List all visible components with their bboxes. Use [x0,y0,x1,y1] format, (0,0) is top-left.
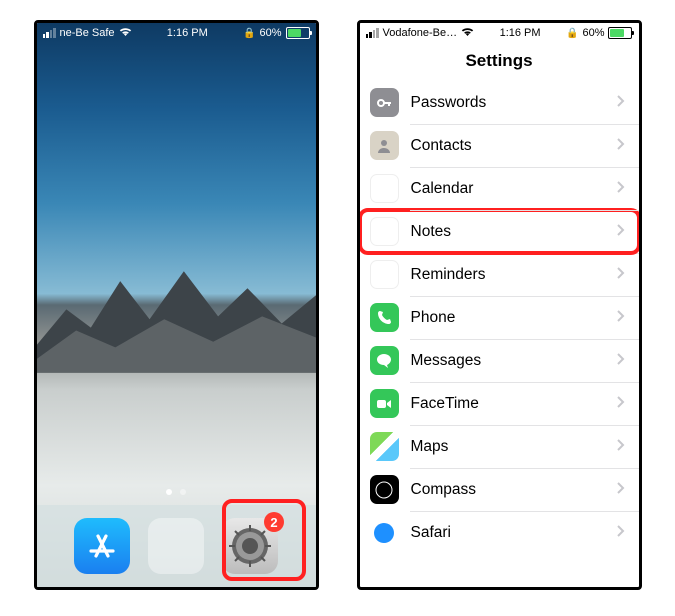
safari-icon [370,518,399,547]
settings-row-compass[interactable]: Compass [360,468,639,511]
status-bar: ne-Be Safe 1:16 PM 🔒 60% [37,23,316,43]
app-store-icon[interactable] [74,518,130,574]
chevron-right-icon [617,309,625,327]
settings-row-facetime[interactable]: FaceTime [360,382,639,425]
settings-row-passwords[interactable]: Passwords [360,81,639,124]
wallpaper-mountains [37,260,316,373]
wifi-icon [461,27,474,40]
status-bar: Vodafone-Be… 1:16 PM 🔒 60% [360,23,639,43]
messages-icon [370,346,399,375]
chevron-right-icon [617,223,625,241]
settings-row-label: Compass [411,481,617,499]
settings-row-label: Contacts [411,137,617,155]
chevron-right-icon [617,524,625,542]
settings-row-reminders[interactable]: Reminders [360,253,639,296]
settings-row-label: Maps [411,438,617,456]
settings-row-label: Notes [411,223,617,241]
settings-badge: 2 [264,512,284,532]
settings-app-icon[interactable]: 2 [222,518,278,574]
clock: 1:16 PM [500,27,541,39]
settings-row-calendar[interactable]: Calendar [360,167,639,210]
settings-row-notes[interactable]: Notes [360,210,639,253]
chevron-right-icon [617,266,625,284]
maps-icon [370,432,399,461]
calendar-icon [370,174,399,203]
settings-row-messages[interactable]: Messages [360,339,639,382]
carrier-label: ne-Be Safe [60,27,115,39]
battery-pct: 60% [259,27,281,39]
battery-icon [286,27,310,39]
chevron-right-icon [617,395,625,413]
battery-pct: 60% [582,27,604,39]
settings-row-safari[interactable]: Safari [360,511,639,554]
chevron-right-icon [617,481,625,499]
contacts-icon [370,131,399,160]
chevron-right-icon [617,352,625,370]
settings-list: Passwords Contacts Calendar Notes Reminders P… [360,81,639,554]
notes-icon [370,217,399,246]
orientation-lock-icon: 🔒 [243,28,255,39]
reminders-icon [370,260,399,289]
compass-icon [370,475,399,504]
settings-row-label: Passwords [411,94,617,112]
facetime-icon [370,389,399,418]
chevron-right-icon [617,180,625,198]
signal-icon [366,28,379,38]
settings-row-label: Calendar [411,180,617,198]
carrier-label: Vodafone-Be… [383,27,458,39]
page-dots[interactable] [37,489,316,495]
signal-icon [43,28,56,38]
passwords-icon [370,88,399,117]
settings-row-label: Safari [411,524,617,542]
settings-row-contacts[interactable]: Contacts [360,124,639,167]
page-title: Settings [360,43,639,81]
dock: 2 [37,505,316,587]
app-folder[interactable] [148,518,204,574]
settings-row-label: Phone [411,309,617,327]
chevron-right-icon [617,137,625,155]
chevron-right-icon [617,94,625,112]
settings-row-label: FaceTime [411,395,617,413]
settings-row-label: Reminders [411,266,617,284]
settings-row-label: Messages [411,352,617,370]
settings-row-maps[interactable]: Maps [360,425,639,468]
settings-row-phone[interactable]: Phone [360,296,639,339]
battery-icon [608,27,632,39]
phone-icon [370,303,399,332]
chevron-right-icon [617,438,625,456]
home-screen-phone: ne-Be Safe 1:16 PM 🔒 60% 2 [34,20,319,590]
settings-screen-phone: Vodafone-Be… 1:16 PM 🔒 60% Settings Pass… [357,20,642,590]
clock: 1:16 PM [167,27,208,39]
orientation-lock-icon: 🔒 [566,28,578,39]
wifi-icon [119,27,132,40]
